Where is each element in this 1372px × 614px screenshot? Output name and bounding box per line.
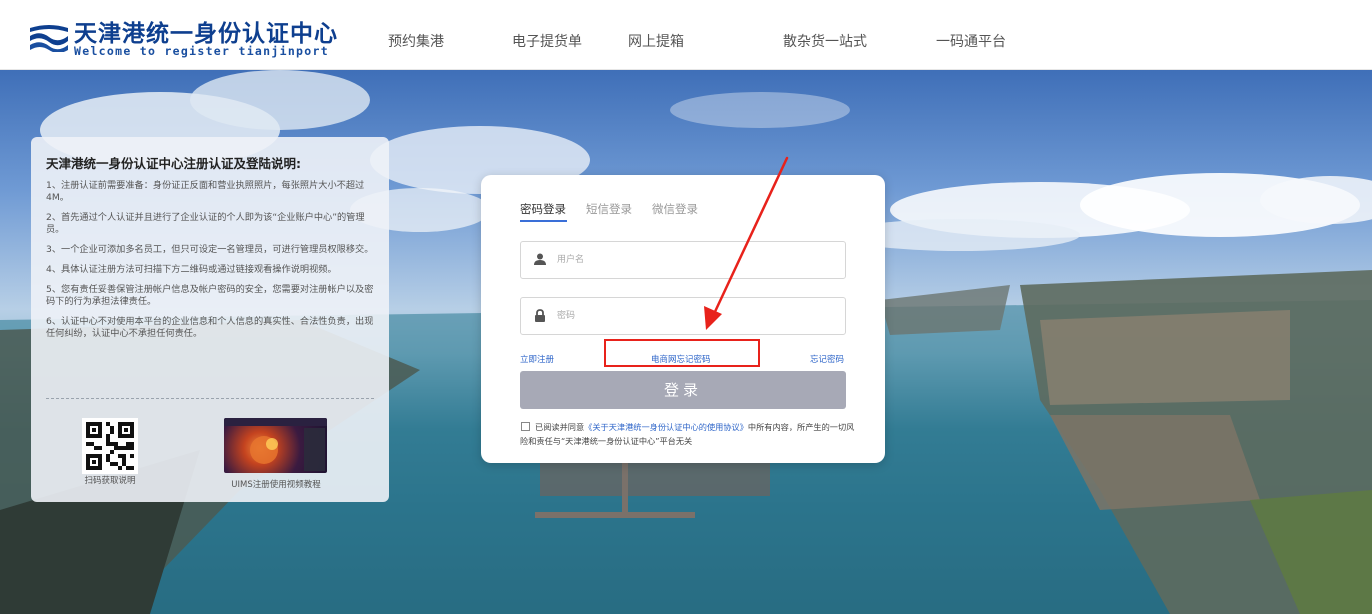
nav-item-appointment[interactable]: 预约集港 [388, 0, 444, 70]
wave-logo-icon [30, 25, 68, 52]
info-item: 4、具体认证注册方法可扫描下方二维码或通过链接观看操作说明视频。 [46, 264, 337, 275]
top-header: 天津港统一身份认证中心 Welcome to register tianjinp… [0, 0, 1372, 70]
password-field[interactable] [520, 297, 846, 335]
agreement-text: 已阅读并同意《关于天津港统一身份认证中心的使用协议》中所有内容，所产生的一切风险… [520, 420, 860, 448]
register-link[interactable]: 立即注册 [520, 353, 554, 365]
agreement-document-link[interactable]: 《关于天津港统一身份认证中心的使用协议》 [584, 422, 748, 432]
nav-item-electronic-bill[interactable]: 电子提货单 [512, 0, 582, 70]
info-item: 1、注册认证前需要准备：身份证正反面和营业执照照片，每张照片大小不超过4M。 [46, 180, 365, 203]
qr-label: 扫码获取说明 [84, 476, 136, 486]
annotation-highlight-box [604, 339, 760, 367]
lock-icon [535, 309, 545, 322]
site-logo[interactable]: 天津港统一身份认证中心 Welcome to register tianjinp… [28, 10, 338, 60]
password-input[interactable] [557, 307, 827, 325]
active-tab-indicator [520, 220, 567, 222]
username-field[interactable] [520, 241, 846, 279]
qr-code [82, 418, 138, 474]
tab-wechat-login[interactable]: 微信登录 [652, 201, 698, 217]
info-item: 3、一个企业可添加多名员工，但只可设定一名管理员，可进行管理员权限移交。 [46, 244, 374, 255]
info-item: 5、您有责任妥善保管注册帐户信息及帐户密码的安全，您需要对注册帐户以及密码下的行… [46, 284, 374, 307]
video-tutorial-thumbnail[interactable] [224, 418, 327, 473]
tab-password-login[interactable]: 密码登录 [520, 201, 566, 217]
forgot-password-link[interactable]: 忘记密码 [810, 353, 844, 365]
dashed-divider [46, 398, 374, 399]
user-icon [534, 253, 546, 265]
username-input[interactable] [557, 251, 827, 269]
login-button[interactable]: 登录 [520, 371, 846, 409]
login-card: 密码登录 短信登录 微信登录 立即注册 电商网忘记密码 忘记密码 登录 已阅读并… [481, 175, 885, 463]
info-item: 2、首先通过个人认证并且进行了企业认证的个人即为该“企业账户中心”的管理员。 [46, 212, 365, 235]
logo-subtitle: Welcome to register tianjinport [74, 44, 329, 58]
logo-title: 天津港统一身份认证中心 [74, 21, 338, 47]
nav-item-online-pickup[interactable]: 网上提箱 [628, 0, 684, 70]
video-label: UIMS注册使用视频教程 [231, 480, 321, 490]
info-item: 6、认证中心不对使用本平台的企业信息和个人信息的真实性、合法性负责，出现任何纠纷… [46, 316, 374, 339]
tab-sms-login[interactable]: 短信登录 [586, 201, 632, 217]
info-panel-title: 天津港统一身份认证中心注册认证及登陆说明: [46, 156, 301, 171]
nav-item-bulk-cargo[interactable]: 散杂货一站式 [783, 0, 867, 70]
nav-item-one-code[interactable]: 一码通平台 [936, 0, 1006, 70]
agreement-prefix: 已阅读并同意 [535, 422, 585, 432]
